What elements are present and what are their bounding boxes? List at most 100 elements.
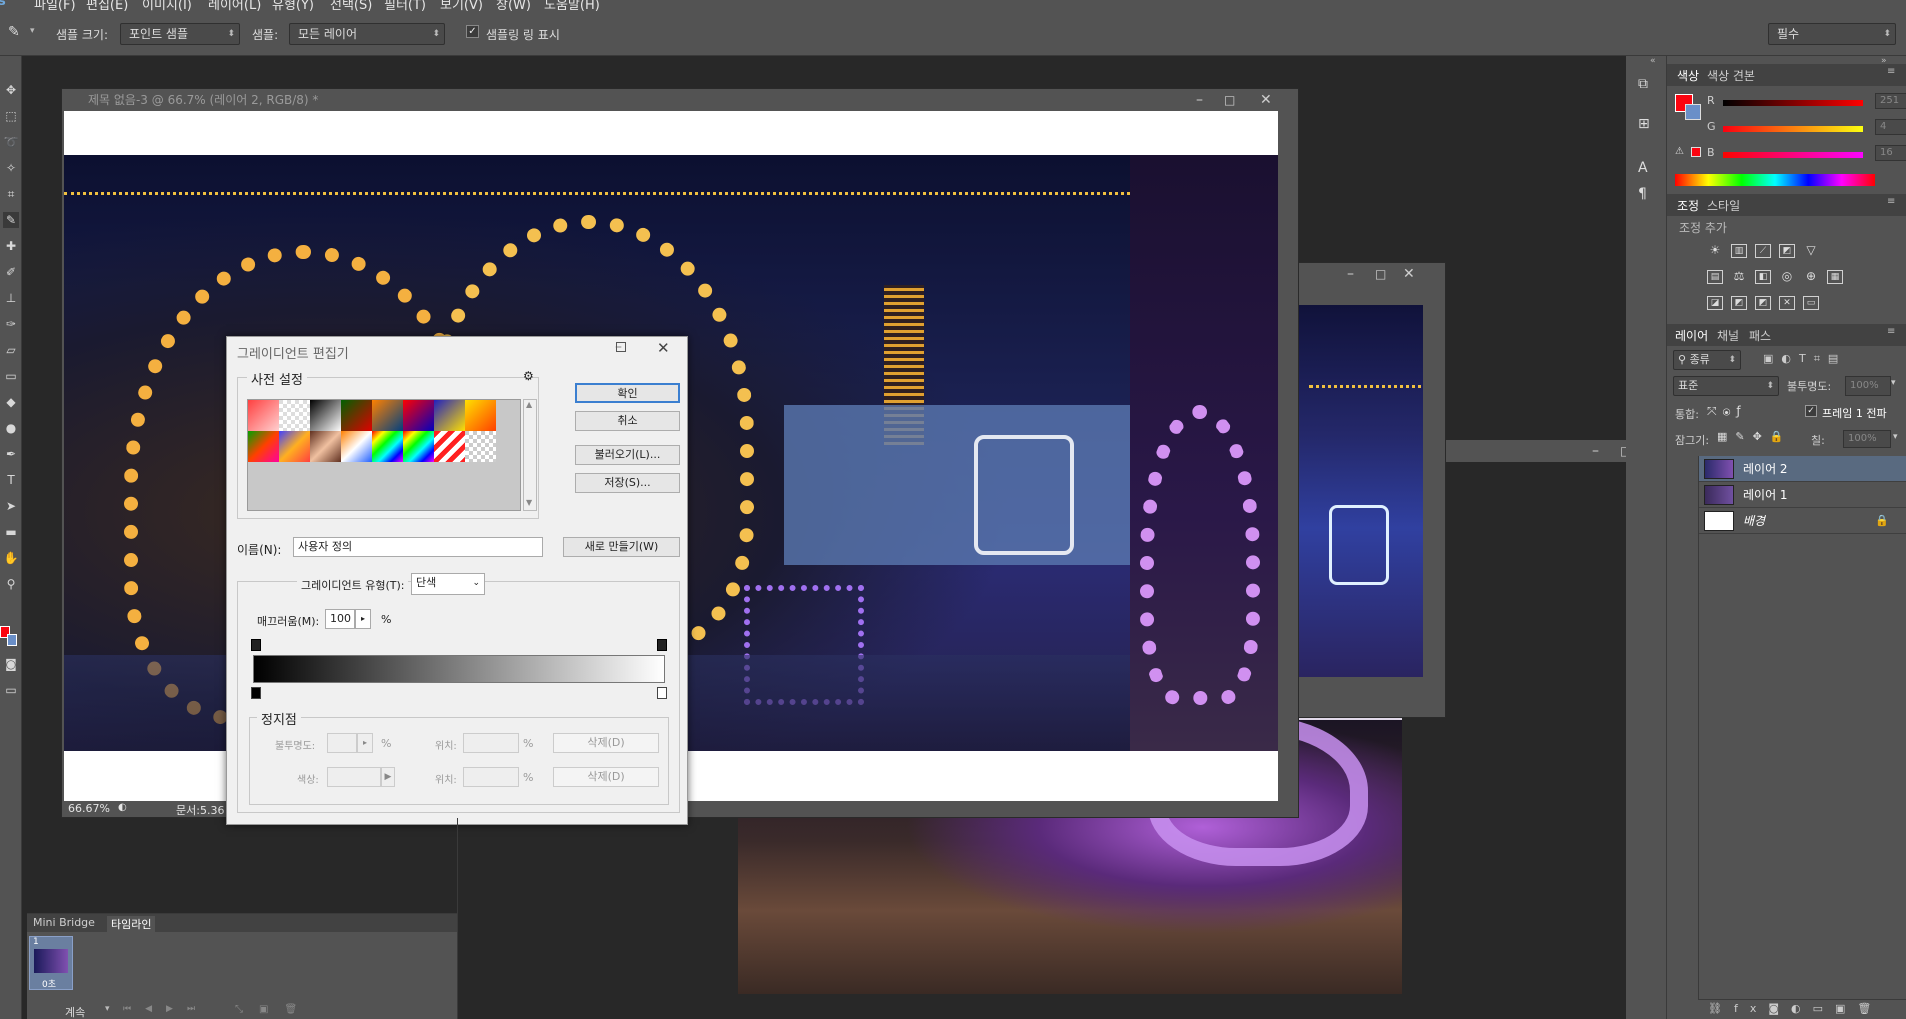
eyedropper-icon[interactable]: ✎: [8, 24, 20, 40]
minimize-icon[interactable]: –: [1196, 89, 1203, 111]
opacity-dropdown-icon[interactable]: ▾: [1891, 378, 1896, 388]
unify-icons[interactable]: ⤧⦿ƒ: [1707, 404, 1747, 419]
scroll-down-icon[interactable]: ▼: [526, 498, 532, 507]
posterize-icon[interactable]: ◩: [1731, 296, 1747, 310]
save-button[interactable]: 저장(S)...: [575, 473, 680, 493]
delete-opacity-stop-button[interactable]: 삭제(D): [553, 733, 659, 753]
healing-tool-icon[interactable]: ✚: [3, 238, 19, 254]
invert-icon[interactable]: ◪: [1707, 296, 1723, 310]
menu-file[interactable]: 파일(F): [34, 0, 76, 13]
menu-select[interactable]: 선택(S): [330, 0, 372, 13]
selective-color-icon[interactable]: ✕: [1779, 296, 1795, 310]
menu-filter[interactable]: 필터(T): [384, 0, 426, 13]
preset-swatch[interactable]: [341, 400, 372, 431]
preset-swatch[interactable]: [403, 431, 434, 462]
tab-adjustments[interactable]: 조정: [1677, 197, 1699, 214]
scroll-up-icon[interactable]: ▲: [526, 400, 532, 409]
collapse-icon[interactable]: «: [1650, 56, 1656, 66]
color-lookup-icon[interactable]: ▦: [1827, 270, 1843, 284]
path-select-tool-icon[interactable]: ➤: [3, 498, 19, 514]
stop-color-arrow-icon[interactable]: ▶: [381, 767, 395, 787]
character-icon[interactable]: A: [1638, 160, 1648, 176]
photo-filter-icon[interactable]: ◎: [1779, 270, 1795, 284]
tab-styles[interactable]: 스타일: [1707, 197, 1740, 214]
close-icon[interactable]: ✕: [1260, 89, 1272, 111]
tab-paths[interactable]: 패스: [1749, 327, 1771, 344]
cancel-button[interactable]: 취소: [575, 411, 680, 431]
panel-menu-icon[interactable]: ≡: [1887, 66, 1895, 77]
propagate-frame-checkbox[interactable]: ✓: [1805, 405, 1817, 417]
menu-layer[interactable]: 레이어(L): [208, 0, 261, 13]
gradient-tool-icon[interactable]: ▭: [3, 368, 19, 384]
maximize-icon[interactable]: □: [1375, 263, 1386, 285]
sample-size-select[interactable]: 포인트 샘플 ⬍: [120, 23, 240, 45]
panel-menu-icon[interactable]: ≡: [1887, 196, 1895, 207]
tab-mini-bridge[interactable]: Mini Bridge: [33, 916, 95, 929]
preset-swatch[interactable]: [372, 400, 403, 431]
show-ring-checkbox[interactable]: ✓: [466, 25, 479, 38]
dodge-tool-icon[interactable]: ●: [3, 420, 19, 436]
maximize-icon[interactable]: □: [1224, 89, 1235, 111]
bg-color-swatch[interactable]: [1685, 104, 1701, 120]
zoom-level[interactable]: 66.67%: [68, 802, 110, 815]
marquee-tool-icon[interactable]: ⬚: [3, 108, 19, 124]
new-gradient-button[interactable]: 새로 만들기(W): [563, 537, 680, 557]
close-icon[interactable]: ✕: [1403, 263, 1415, 285]
zoom-tool-icon[interactable]: ⚲: [3, 576, 19, 592]
opacity-stop-left[interactable]: [251, 639, 261, 651]
lasso-tool-icon[interactable]: ➰: [3, 134, 19, 150]
hue-saturation-icon[interactable]: ▤: [1707, 270, 1723, 284]
vibrance-icon[interactable]: ▽: [1803, 244, 1819, 258]
fill-dropdown-icon[interactable]: ▾: [1893, 432, 1898, 442]
gradient-preview-bar[interactable]: [253, 655, 665, 683]
threshold-icon[interactable]: ◩: [1755, 296, 1771, 310]
gradient-type-select[interactable]: 단색 ⌄: [411, 573, 485, 595]
exposure-icon[interactable]: ◩: [1779, 244, 1795, 258]
tab-layers[interactable]: 레이어: [1675, 327, 1708, 344]
color-stop-right[interactable]: [657, 687, 667, 699]
gear-icon[interactable]: ⚙: [523, 369, 534, 383]
smoothness-input[interactable]: 100: [325, 609, 355, 629]
menu-help[interactable]: 도움말(H): [544, 0, 600, 13]
g-slider[interactable]: [1723, 126, 1863, 132]
preset-swatch[interactable]: [279, 431, 310, 462]
frame-tools-icons[interactable]: ⤡▣🗑: [235, 1004, 313, 1015]
tab-swatches[interactable]: 색상 견본: [1707, 67, 1755, 84]
history-icon[interactable]: ⧉: [1638, 76, 1648, 92]
b-input[interactable]: 16: [1875, 145, 1906, 161]
lock-icons[interactable]: ▦✎✥🔒: [1717, 430, 1792, 443]
opacity-input[interactable]: 100%: [1845, 376, 1891, 396]
pen-tool-icon[interactable]: ✒: [3, 446, 19, 462]
minimize-icon[interactable]: –: [1592, 440, 1599, 462]
preset-swatch[interactable]: [341, 431, 372, 462]
layer-name[interactable]: 레이어 1: [1743, 482, 1788, 508]
paragraph-icon[interactable]: ¶: [1638, 186, 1647, 202]
background-color-swatch[interactable]: [7, 634, 17, 646]
layer-row[interactable]: 레이어 1: [1699, 482, 1906, 508]
shape-tool-icon[interactable]: ▬: [3, 524, 19, 540]
eyedropper-tool-icon[interactable]: ✎: [3, 212, 19, 228]
layer-row[interactable]: 레이어 2: [1699, 456, 1906, 482]
layer-filter-icons[interactable]: ▣◐T⌗▤: [1763, 352, 1846, 366]
levels-icon[interactable]: ▥: [1731, 244, 1747, 258]
layer-name[interactable]: 레이어 2: [1743, 456, 1788, 482]
type-tool-icon[interactable]: T: [3, 472, 19, 488]
layer-name[interactable]: 배경: [1743, 508, 1765, 534]
preset-swatch[interactable]: [465, 431, 496, 462]
blur-tool-icon[interactable]: ◆: [3, 394, 19, 410]
tab-color[interactable]: 색상: [1677, 67, 1699, 84]
move-tool-icon[interactable]: ✥: [3, 82, 19, 98]
menu-window[interactable]: 창(W): [496, 0, 531, 13]
workspace-select[interactable]: 필수 ⬍: [1768, 23, 1896, 45]
menu-image[interactable]: 이미지(I): [142, 0, 192, 13]
stop-color-location-input[interactable]: [463, 767, 519, 787]
quick-select-tool-icon[interactable]: ✧: [3, 160, 19, 176]
r-slider[interactable]: [1723, 100, 1863, 106]
preset-swatch[interactable]: [434, 400, 465, 431]
preset-swatch[interactable]: [372, 431, 403, 462]
menu-view[interactable]: 보기(V): [440, 0, 483, 13]
animation-frame[interactable]: 1 0초: [29, 936, 73, 990]
actions-icon[interactable]: ⊞: [1638, 116, 1650, 132]
channel-mixer-icon[interactable]: ⊕: [1803, 270, 1819, 284]
loop-select[interactable]: 계속: [65, 1004, 85, 1019]
